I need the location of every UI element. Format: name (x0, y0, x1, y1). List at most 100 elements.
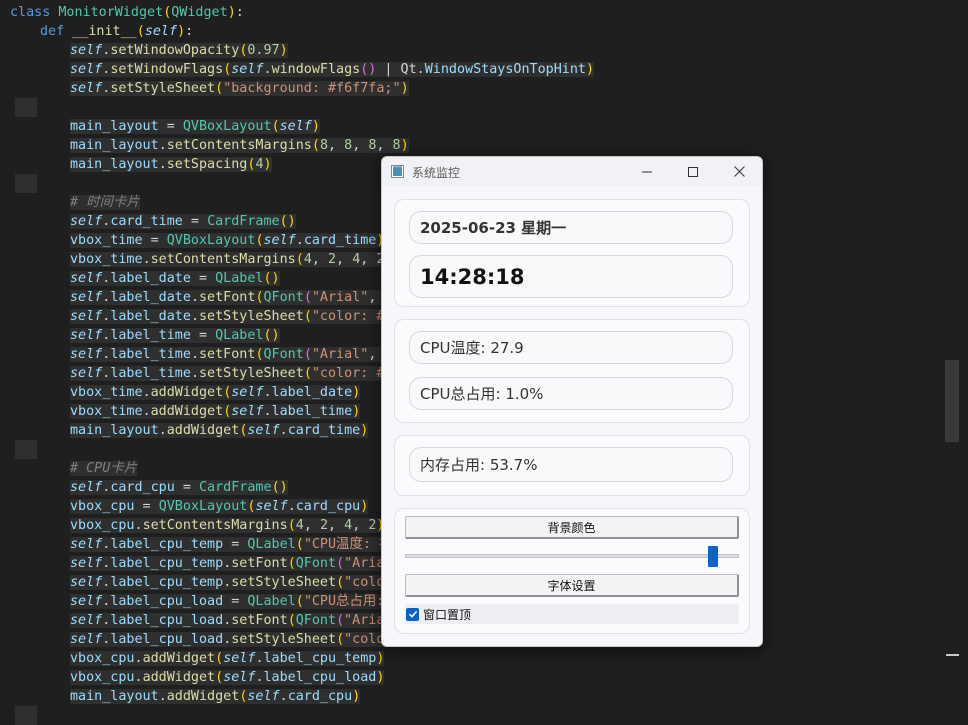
code-token: 8 (319, 138, 328, 153)
code-token: , (311, 252, 328, 267)
code-token: label_date (110, 271, 191, 286)
code-token: , (336, 252, 353, 267)
code-token: addWidget (166, 689, 240, 704)
code-line[interactable]: self.label_date = QLabel() (70, 269, 280, 288)
code-line[interactable]: self.setWindowFlags(self.windowFlags() |… (70, 60, 595, 79)
code-token: . (190, 366, 199, 381)
code-line[interactable]: self.label_cpu_temp = QLabel("CPU温度: 初 (70, 535, 393, 554)
code-token: ( (255, 233, 264, 248)
code-line[interactable]: self.setStyleSheet("background: #f6f7fa;… (70, 79, 409, 98)
code-line[interactable]: self.card_cpu = CardFrame() (70, 478, 288, 497)
code-token: "Arial" (311, 290, 369, 305)
blank-line (15, 440, 37, 459)
code-line[interactable]: vbox_cpu.addWidget(self.label_cpu_temp) (70, 649, 385, 668)
code-token: : (235, 5, 244, 20)
code-token: card_time (287, 423, 361, 438)
background-color-button[interactable]: 背景颜色 (405, 516, 739, 539)
code-token: ( (303, 309, 312, 324)
code-token: QFont (295, 556, 337, 571)
code-token: . (142, 404, 151, 419)
code-token: # CPU卡片 (70, 461, 138, 476)
code-token: self (70, 309, 103, 324)
code-line[interactable]: main_layout.addWidget(self.card_time) (70, 421, 369, 440)
code-line[interactable]: self.label_time.setFont(QFont("Arial", 1… (70, 345, 401, 364)
code-line[interactable]: vbox_time.addWidget(self.label_date) (70, 383, 361, 402)
code-line[interactable]: vbox_cpu = QVBoxLayout(self.card_cpu) (70, 497, 369, 516)
code-line[interactable]: def __init__(self): (40, 22, 193, 41)
code-token: label_time (110, 328, 191, 343)
code-token: ) (263, 157, 272, 172)
code-line[interactable]: main_layout.setContentsMargins(8, 8, 8, … (70, 136, 409, 155)
code-token: 4 (344, 518, 353, 533)
always-on-top-row[interactable]: 窗口置顶 (405, 604, 739, 624)
window-title: 系统监控 (412, 166, 461, 180)
code-line[interactable]: vbox_cpu.addWidget(self.label_cpu_load) (70, 668, 385, 687)
code-token: self (70, 214, 103, 229)
editor-scrollbar-thumb[interactable] (945, 360, 959, 442)
code-token: = (223, 594, 248, 609)
system-monitor-window[interactable]: 系统监控 2025-06-23 星期一 14:28:18 CPU温度: 27.9… (381, 156, 763, 647)
code-line[interactable]: # CPU卡片 (70, 459, 138, 478)
code-line[interactable]: # 时间卡片 (70, 193, 140, 212)
minimize-icon (642, 171, 652, 172)
code-line[interactable]: self.label_date.setStyleSheet("color: #5… (70, 307, 409, 326)
code-token: . (142, 385, 151, 400)
code-token: () (263, 271, 280, 286)
code-token: main_layout (70, 119, 159, 134)
code-line[interactable]: vbox_time.setContentsMargins(4, 2, 4, 2) (70, 250, 393, 269)
code-token: ) (586, 62, 595, 77)
code-token: | Qt. (376, 62, 425, 77)
opacity-slider-handle[interactable] (707, 546, 718, 567)
code-line[interactable]: self.label_cpu_load = QLabel("CPU总占用: (70, 592, 385, 611)
code-token: ) (376, 651, 385, 666)
code-token: ) (279, 43, 288, 58)
code-line[interactable]: self.label_cpu_temp.setFont(QFont("Arial… (70, 554, 401, 573)
code-token: QLabel (215, 271, 264, 286)
minimize-button[interactable] (624, 157, 670, 186)
code-token: main_layout (70, 157, 159, 172)
code-token: self (279, 119, 312, 134)
code-token: = (158, 119, 183, 134)
always-on-top-checkbox[interactable] (406, 607, 419, 621)
code-token: ( (295, 252, 304, 267)
code-token: __init__ (72, 24, 137, 39)
code-token: # 时间卡片 (70, 195, 140, 210)
code-token: = (142, 233, 167, 248)
code-line[interactable]: class MonitorWidget(QWidget): (10, 3, 244, 22)
font-settings-button[interactable]: 字体设置 (405, 574, 739, 597)
code-line[interactable]: self.label_date.setFont(QFont("Arial", 1… (70, 288, 401, 307)
code-line[interactable]: main_layout.addWidget(self.card_cpu) (70, 687, 361, 706)
code-token: MonitorWidget (58, 5, 164, 20)
code-token: setStyleSheet (199, 309, 304, 324)
code-line[interactable]: self.label_cpu_temp.setStyleSheet("color (70, 573, 393, 592)
code-token: ( (136, 24, 145, 39)
code-token: self (70, 613, 103, 628)
code-token: 8 (392, 138, 401, 153)
code-token: QFont (263, 290, 304, 305)
code-token: QWidget (171, 5, 228, 20)
code-token: vbox_cpu (70, 518, 135, 533)
code-token: . (134, 518, 143, 533)
code-token: CardFrame (207, 214, 280, 229)
maximize-button[interactable] (670, 157, 716, 186)
code-line[interactable]: vbox_time = QVBoxLayout(self.card_time) (70, 231, 385, 250)
code-line[interactable]: self.label_cpu_load.setFont(QFont("Arial… (70, 611, 401, 630)
code-token: label_date (110, 290, 191, 305)
settings-card: 背景颜色 字体设置 窗口置顶 (394, 508, 750, 634)
code-line[interactable]: self.card_time = CardFrame() (70, 212, 296, 231)
window-titlebar[interactable]: 系统监控 (382, 157, 762, 186)
code-line[interactable]: main_layout.setSpacing(4) (70, 155, 272, 174)
code-token: self (223, 651, 256, 666)
code-line[interactable]: vbox_cpu.setContentsMargins(4, 2, 4, 2) (70, 516, 385, 535)
code-line[interactable]: vbox_time.addWidget(self.label_time) (70, 402, 361, 421)
opacity-slider[interactable] (405, 554, 739, 558)
close-button[interactable] (716, 157, 762, 186)
code-token: , (328, 138, 345, 153)
code-line[interactable]: self.label_cpu_load.setStyleSheet("color (70, 630, 393, 649)
code-line[interactable]: self.label_time.setStyleSheet("color: #2… (70, 364, 401, 383)
code-token: ( (287, 518, 296, 533)
memory-card: 内存占用: 53.7% (394, 435, 750, 496)
code-line[interactable]: self.label_time = QLabel() (70, 326, 280, 345)
code-line[interactable]: self.setWindowOpacity(0.97) (70, 41, 288, 60)
code-line[interactable]: main_layout = QVBoxLayout(self) (70, 117, 320, 136)
